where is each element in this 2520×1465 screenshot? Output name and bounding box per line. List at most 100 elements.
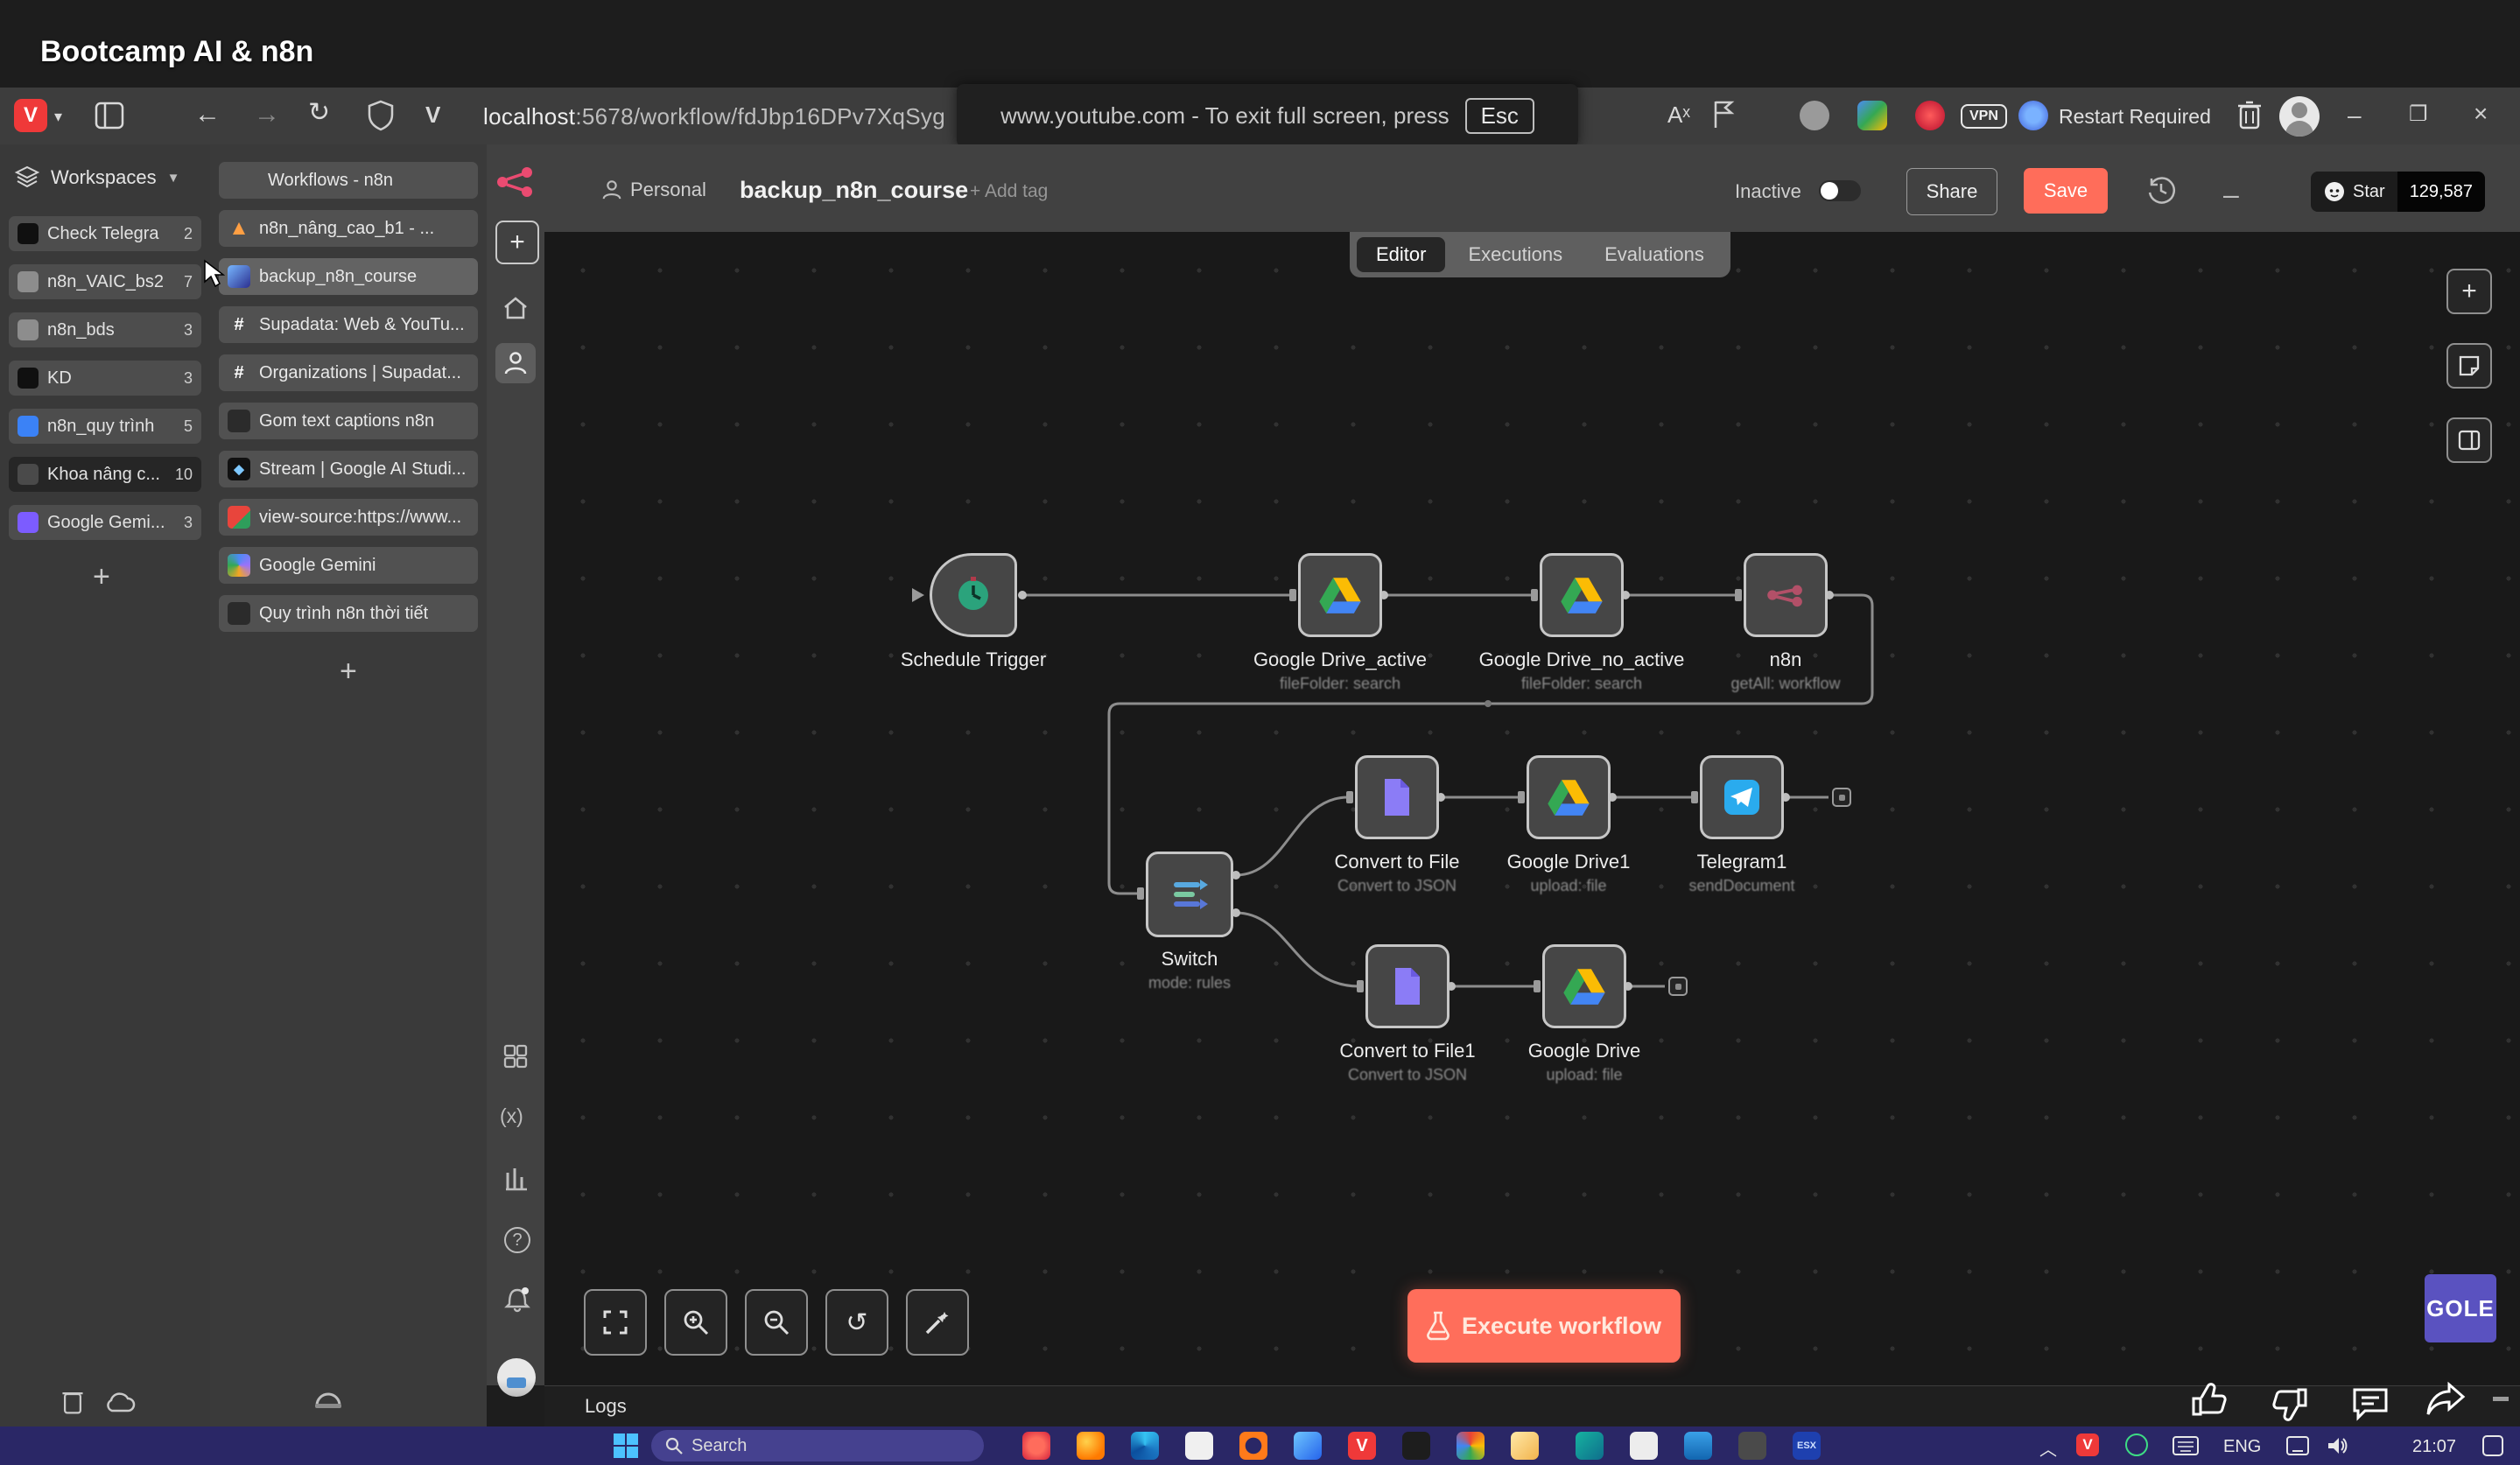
breadcrumb[interactable]: Personal	[602, 179, 706, 201]
workspace-item[interactable]: Google Gemi... 3	[9, 505, 201, 540]
help-icon[interactable]: ?	[504, 1227, 530, 1253]
active-toggle[interactable]	[1819, 180, 1861, 201]
vivaldi-menu-icon[interactable]: V	[14, 99, 47, 132]
node-schedule-trigger[interactable]	[930, 553, 1017, 637]
undo-button[interactable]: ↺	[825, 1289, 888, 1356]
browser-tab[interactable]: Workflows - n8n	[219, 162, 478, 199]
templates-icon[interactable]	[502, 1043, 529, 1069]
bookmark-flag-icon[interactable]	[1712, 100, 1735, 130]
personal-project-button[interactable]	[495, 343, 536, 383]
node-convert-to-file[interactable]	[1355, 755, 1439, 839]
node-n8n[interactable]	[1744, 553, 1828, 637]
browser-tab-active[interactable]: backup_n8n_course	[219, 258, 478, 295]
taskbar-vsd-icon[interactable]	[1185, 1432, 1213, 1460]
restart-required-label[interactable]: Restart Required	[2059, 105, 2211, 129]
node-google-drive-no-active[interactable]	[1540, 553, 1624, 637]
share-icon[interactable]	[2425, 1379, 2467, 1419]
workflow-title[interactable]: backup_n8n_course	[740, 177, 968, 204]
zoom-to-fit-button[interactable]	[584, 1289, 647, 1356]
cloud-sync-icon[interactable]	[103, 1391, 137, 1414]
history-icon[interactable]	[2146, 175, 2176, 205]
vpn-extension-icon[interactable]: VPN	[1961, 104, 2007, 129]
close-button[interactable]: ×	[2474, 100, 2488, 128]
taskbar-firefox-icon[interactable]	[1077, 1432, 1105, 1460]
tray-vivaldi-icon[interactable]: V	[2076, 1433, 2099, 1456]
profile-avatar[interactable]	[2279, 96, 2320, 137]
execute-workflow-button[interactable]: Execute workflow	[1407, 1289, 1681, 1363]
node-convert-to-file1[interactable]	[1365, 944, 1450, 1028]
closed-tabs-icon[interactable]	[313, 1384, 343, 1411]
comment-icon[interactable]	[2351, 1384, 2390, 1421]
like-icon[interactable]	[2190, 1381, 2229, 1419]
zoom-in-button[interactable]	[664, 1289, 727, 1356]
node-google-drive-active[interactable]	[1298, 553, 1382, 637]
taskbar-app-cap-icon[interactable]	[1684, 1432, 1712, 1460]
site-badge-icon[interactable]: V	[425, 103, 440, 126]
taskbar-app-tan-icon[interactable]	[1511, 1432, 1539, 1460]
insights-icon[interactable]	[504, 1166, 529, 1192]
browser-tab[interactable]: ▲ n8n_nâng_cao_b1 - ...	[219, 210, 478, 247]
workspace-item[interactable]: KD 3	[9, 361, 201, 396]
tray-tablet-icon[interactable]	[2286, 1436, 2309, 1455]
browser-tab[interactable]: ◆ Stream | Google AI Studi...	[219, 451, 478, 487]
taskbar-camera-icon[interactable]	[1738, 1432, 1766, 1460]
connection-endpoint[interactable]	[1668, 977, 1688, 996]
extension-4-icon[interactable]	[2018, 101, 2048, 130]
tray-green-icon[interactable]	[2125, 1433, 2148, 1456]
forward-icon[interactable]: →	[254, 102, 280, 128]
taskbar-edge-icon[interactable]	[1131, 1432, 1159, 1460]
shield-icon[interactable]	[368, 100, 394, 131]
taskbar-chrome-icon[interactable]	[1457, 1432, 1485, 1460]
node-google-drive[interactable]	[1542, 944, 1626, 1028]
taskbar-notepad-icon[interactable]	[1630, 1432, 1658, 1460]
add-tag-button[interactable]: + Add tag	[970, 181, 1048, 202]
more-options-icon[interactable]: –	[2223, 179, 2239, 211]
maximize-button[interactable]: ❐	[2409, 102, 2428, 127]
connection-endpoint[interactable]	[1832, 788, 1851, 807]
taskbar-opera-icon[interactable]	[1022, 1432, 1050, 1460]
workspace-item[interactable]: n8n_VAIC_bs2 7	[9, 264, 201, 299]
workspace-item[interactable]: n8n_quy trình 5	[9, 409, 201, 444]
browser-tab[interactable]: # Supadata: Web & YouTu...	[219, 306, 478, 343]
minimize-button[interactable]: –	[2348, 102, 2362, 130]
tidy-up-button[interactable]	[906, 1289, 969, 1356]
taskbar-vivaldi-icon[interactable]: V	[1348, 1432, 1376, 1460]
extension-2-icon[interactable]	[1857, 101, 1887, 130]
taskbar-app-teal-icon[interactable]	[1576, 1432, 1604, 1460]
font-size-icon[interactable]: Aˣ	[1667, 103, 1690, 126]
address-bar[interactable]: localhost:5678/workflow/fdJbp16DPv7XqSyg	[483, 103, 945, 130]
back-icon[interactable]: ←	[194, 102, 221, 128]
home-icon[interactable]	[502, 296, 529, 320]
node-telegram1[interactable]	[1700, 755, 1784, 839]
start-button[interactable]	[613, 1433, 639, 1459]
tray-chevron-icon[interactable]: ︿	[2039, 1435, 2057, 1461]
browser-tab[interactable]: Google Gemini	[219, 547, 478, 584]
taskbar-clock[interactable]: 21:07	[2412, 1437, 2456, 1457]
workspace-item[interactable]: Check Telegra 2	[9, 216, 201, 251]
extension-1-icon[interactable]	[1800, 101, 1829, 130]
node-switch[interactable]	[1146, 852, 1233, 937]
taskbar-search[interactable]: Search	[651, 1430, 984, 1461]
workspace-item-selected[interactable]: Khoa nâng c... 10	[9, 457, 201, 492]
menu-caret-icon[interactable]: ▾	[54, 109, 62, 124]
browser-tab[interactable]: # Organizations | Supadat...	[219, 354, 478, 391]
variables-icon[interactable]: (x)	[500, 1104, 523, 1128]
trash-icon[interactable]	[61, 1387, 84, 1415]
language-indicator[interactable]: ENG	[2223, 1437, 2261, 1457]
reload-icon[interactable]: ↻	[308, 100, 330, 126]
taskbar-app-blue-icon[interactable]	[1294, 1432, 1322, 1460]
notification-bell-icon[interactable]	[504, 1285, 530, 1313]
save-button[interactable]: Save	[2024, 168, 2108, 214]
workspaces-header[interactable]: Workspaces ▼	[14, 165, 180, 191]
panel-toggle-icon[interactable]	[95, 102, 124, 130]
taskbar-esx-icon[interactable]: ESX	[1793, 1432, 1821, 1460]
workflow-canvas[interactable]: Editor Executions Evaluations +	[544, 232, 2520, 1385]
add-workspace-button[interactable]: +	[93, 560, 110, 594]
tray-keyboard-icon[interactable]	[2173, 1436, 2199, 1455]
node-google-drive1[interactable]	[1527, 755, 1611, 839]
browser-tab[interactable]: Quy trình n8n thời tiết	[219, 595, 478, 632]
browser-tab[interactable]: view-source:https://www...	[219, 499, 478, 536]
github-star-widget[interactable]: Star 129,587	[2311, 172, 2485, 212]
extension-3-icon[interactable]	[1915, 101, 1945, 130]
new-tab-button[interactable]: +	[340, 655, 357, 689]
